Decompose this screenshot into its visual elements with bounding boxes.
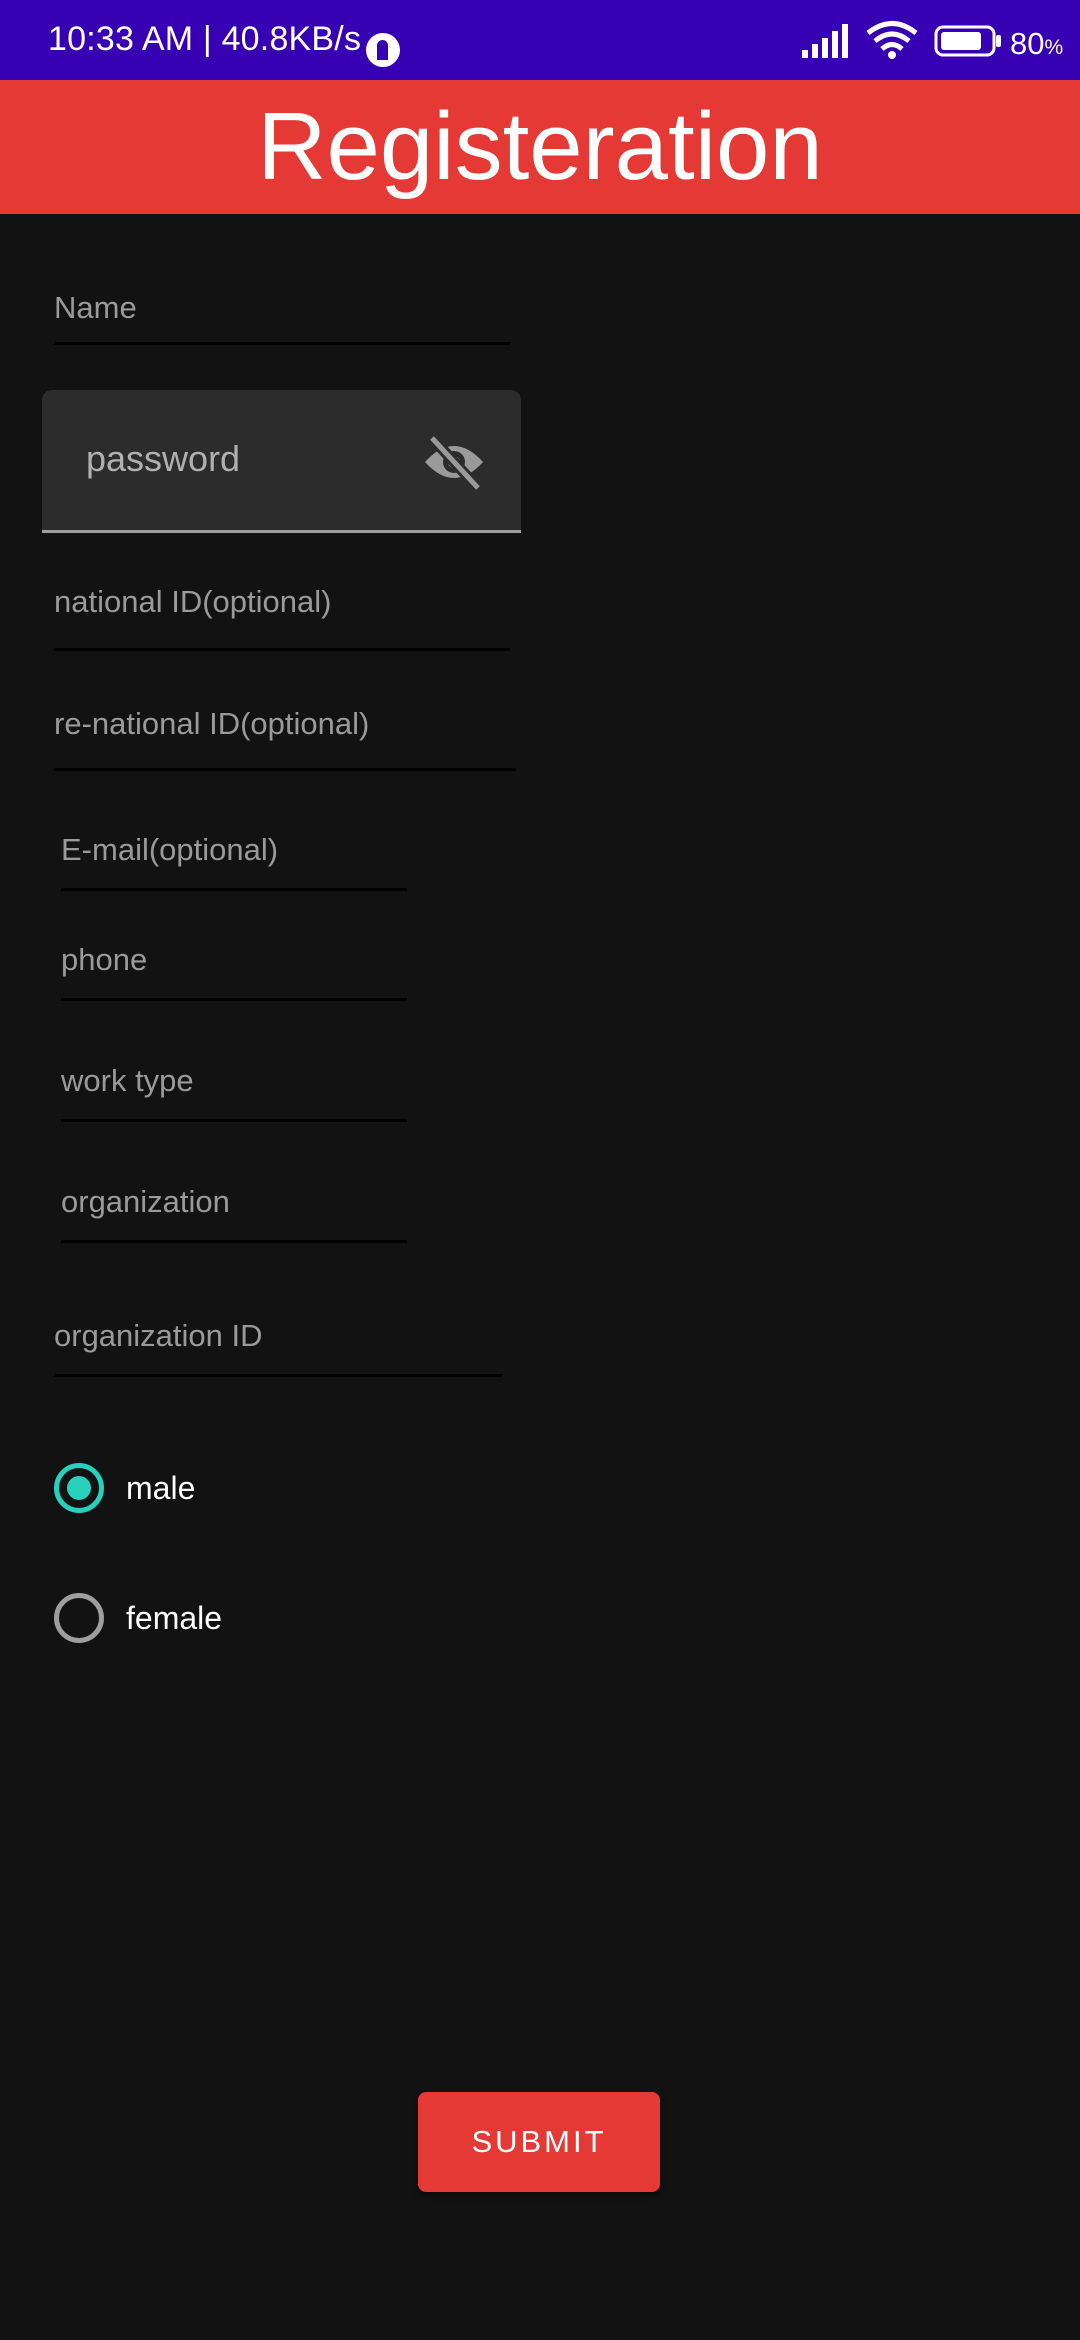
organization-id-placeholder: organization ID <box>54 1318 263 1353</box>
page-title: Registeration <box>257 93 823 200</box>
battery-percent: 80% <box>1010 26 1064 61</box>
battery-icon <box>934 25 1001 57</box>
submit-button[interactable]: SUBMIT <box>418 2092 660 2192</box>
status-time: 10:33 AM | 40.8KB/s <box>48 20 362 58</box>
gender-label-female: female <box>126 1599 223 1636</box>
organization-placeholder: organization <box>61 1184 230 1219</box>
organization-field[interactable]: organization <box>61 1184 407 1243</box>
phone-placeholder: phone <box>61 942 148 977</box>
phone-field[interactable]: phone <box>61 942 407 1001</box>
organization-id-field[interactable]: organization ID <box>54 1318 502 1377</box>
re-national-id-field[interactable]: re-national ID(optional) <box>54 706 516 771</box>
national-id-field[interactable]: national ID(optional) <box>54 584 510 651</box>
radio-unchecked-icon[interactable] <box>54 1593 104 1643</box>
password-field[interactable]: password <box>42 390 521 533</box>
re-national-id-placeholder: re-national ID(optional) <box>54 706 370 741</box>
work-type-field[interactable]: work type <box>61 1063 407 1122</box>
title-bar: Registeration <box>0 80 1080 214</box>
signal-icon <box>802 24 848 58</box>
name-placeholder: Name <box>54 290 137 325</box>
email-placeholder: E-mail(optional) <box>61 832 279 867</box>
gender-radio-female[interactable]: female <box>54 1590 222 1646</box>
national-id-placeholder: national ID(optional) <box>54 584 332 619</box>
password-placeholder: password <box>86 438 241 479</box>
gender-label-male: male <box>126 1469 196 1506</box>
wifi-icon <box>866 21 918 59</box>
work-type-placeholder: work type <box>61 1063 194 1098</box>
eye-off-icon[interactable] <box>422 434 486 490</box>
email-field[interactable]: E-mail(optional) <box>61 832 407 891</box>
name-field[interactable]: Name <box>54 290 510 345</box>
notification-badge-icon <box>366 33 400 67</box>
status-bar: 10:33 AM | 40.8KB/s 80% <box>0 0 1080 80</box>
radio-checked-icon[interactable] <box>54 1463 104 1513</box>
gender-radio-male[interactable]: male <box>54 1460 195 1516</box>
